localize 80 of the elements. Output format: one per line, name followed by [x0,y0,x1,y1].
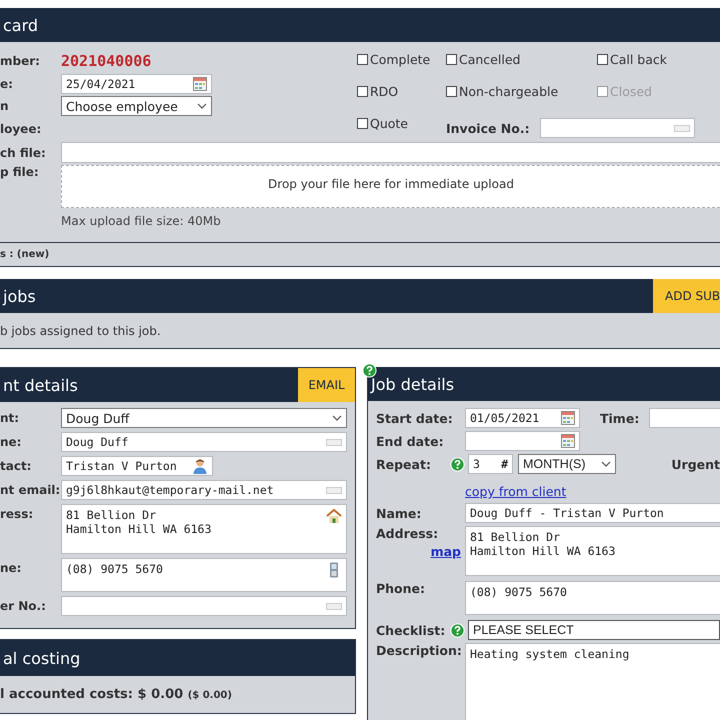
field-label: End date: [376,434,445,448]
caret-icon [197,103,207,109]
checkbox-option[interactable]: Complete [357,50,446,68]
field-label: Start date: [376,410,454,426]
textbox-icon [326,486,342,494]
email-button[interactable]: EMAIL [298,368,355,402]
checkbox-option[interactable]: Non-chargeable [446,82,597,100]
caret-icon [601,461,611,467]
help-icon[interactable] [362,363,377,378]
field-label: Urgent [671,456,720,472]
job-name-field[interactable]: Doug Duff - Tristan V Purton [465,503,720,523]
add-sub-job-button[interactable]: ADD SUB [653,279,720,313]
drop-zone[interactable]: Drop your file here for immediate upload [61,165,720,208]
time-field[interactable] [649,408,720,428]
field-label: Name: [376,506,422,520]
field-label: nt email: [0,482,61,499]
field-label: n [0,99,10,113]
field-label: Address: [376,526,440,541]
date-field[interactable]: 25/04/2021 [61,74,212,94]
phone-field[interactable]: (08) 9075 5670 [61,558,347,592]
field-label: e: [0,77,14,91]
field-label: loyee: [0,122,42,136]
field-label: mber: [0,54,41,68]
panel-title: card [2,16,38,34]
field-label: ress: [0,506,34,523]
panel-title: Job details [369,374,454,394]
copy-from-client-link[interactable]: copy from client [465,484,566,499]
start-date-field[interactable]: 01/05/2021 [465,408,580,428]
attach-file-field[interactable] [61,142,720,163]
panel-title: al costing [2,648,80,668]
job-address-field[interactable]: 81 Bellion Dr Hamilton Hill WA 6163 [465,526,720,576]
checkbox-option[interactable]: Call back [597,50,695,68]
client-select[interactable]: Doug Duff [61,408,347,428]
invoice-field[interactable] [540,118,695,138]
costs-total: l accounted costs: $ 0.00 ($ 0.00) [0,687,232,702]
field-label: Time: [600,410,640,426]
field-label: ne: [0,434,22,451]
repeat-count-field[interactable]: 3 # [468,454,513,474]
house-icon[interactable] [326,508,342,524]
text-field[interactable]: Doug Duff [61,432,347,452]
person-icon[interactable] [192,458,208,474]
address-field[interactable]: 81 Bellion Dr Hamilton Hill WA 6163 [61,504,347,554]
status-text: s : (new) [0,249,50,260]
field-label: Repeat: [376,456,432,472]
job-phone-field[interactable]: (08) 9075 5670 [465,581,720,615]
checkbox-option[interactable]: RDO [357,82,446,100]
panel-title: jobs [2,286,36,306]
field-label: Phone: [376,581,426,596]
job-number: 2021040006 [61,52,152,70]
calendar-icon[interactable] [193,77,207,91]
checkbox-option[interactable]: Cancelled [446,50,597,68]
field-label: tact: [0,458,32,475]
end-date-field[interactable] [465,431,580,451]
field-label: Invoice No.: [446,120,530,136]
field-label: nt: [0,410,20,427]
text-field[interactable]: g9j6l8hkaut@temporary-mail.net [61,480,347,500]
checkbox-option[interactable]: Quote [357,114,446,132]
empty-message: b jobs assigned to this job. [0,324,161,338]
field-label: Description: [376,643,463,658]
text-field[interactable] [61,596,347,616]
field-label: er No.: [0,598,47,615]
panel-title: nt details [2,376,78,394]
checklist-select[interactable]: PLEASE SELECT [468,620,720,640]
employee-select[interactable]: Choose employee [61,96,212,116]
calendar-icon[interactable] [561,434,575,448]
field-label: p file: [0,165,40,179]
field-label: ch file: [0,146,47,160]
number-sign: # [501,457,508,471]
textbox-icon [674,124,690,132]
map-link[interactable]: map [430,544,461,559]
caret-icon [332,415,342,421]
textbox-icon [326,438,342,446]
calendar-icon[interactable] [561,411,575,425]
textbox-icon [326,602,342,610]
description-field[interactable]: Heating system cleaning [465,643,720,720]
field-label: ne: [0,560,22,577]
upload-size-note: Max upload file size: 40Mb [61,214,221,228]
field-label: Checklist: [376,622,446,638]
contact-field[interactable]: Tristan V Purton [61,456,213,476]
repeat-unit-select[interactable]: MONTH(S) [518,454,616,474]
